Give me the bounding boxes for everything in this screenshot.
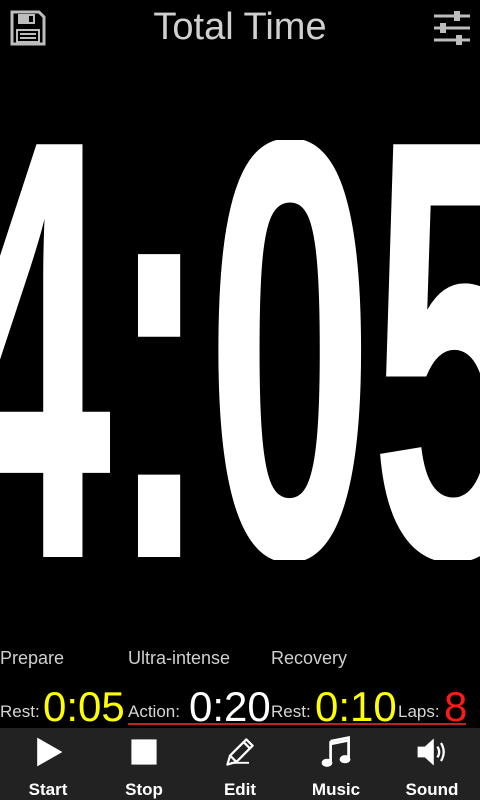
sliders-icon: [434, 11, 470, 45]
phase-labels: Prepare Ultra-intense Recovery: [0, 648, 480, 674]
action-label: Action:: [128, 702, 180, 721]
start-label: Start: [28, 780, 68, 799]
start-button[interactable]: Start: [0, 728, 96, 800]
timer-display[interactable]: 4:05: [0, 140, 480, 560]
stop-label: Stop: [125, 780, 163, 799]
settings-button[interactable]: [432, 8, 472, 48]
edit-label: Edit: [223, 780, 257, 799]
sound-label: Sound: [405, 780, 459, 799]
stop-button[interactable]: Stop: [96, 728, 192, 800]
page-title: Total Time: [153, 6, 327, 48]
music-button[interactable]: Music: [288, 728, 384, 800]
phase-label-ultra-intense: Ultra-intense: [128, 648, 231, 668]
phase-values: Rest: 0:05 Action: 0:20 Rest: 0:10 Laps:…: [0, 680, 480, 730]
music-label: Music: [311, 780, 361, 799]
phase-underline: [128, 723, 466, 725]
play-icon: [37, 737, 63, 767]
music-note-icon: [321, 735, 351, 767]
laps-value: 8: [444, 683, 468, 730]
edit-button[interactable]: Edit: [192, 728, 288, 800]
pencil-icon: [226, 738, 254, 766]
bottom-toolbar: Start Stop Edit Music Sound: [0, 728, 480, 800]
rest-label: Rest:: [0, 702, 40, 721]
timer-value: 4:05: [0, 140, 480, 560]
sound-button[interactable]: Sound: [384, 728, 480, 800]
phase-label-prepare: Prepare: [0, 648, 65, 668]
prepare-rest-value: 0:05: [43, 683, 125, 730]
stop-icon: [131, 739, 157, 765]
header-bar: Total Time: [0, 0, 480, 58]
speaker-icon: [417, 738, 445, 766]
recovery-rest-value: 0:10: [315, 683, 397, 730]
phase-label-recovery: Recovery: [271, 648, 348, 668]
action-value: 0:20: [189, 683, 271, 730]
laps-label: Laps:: [398, 702, 440, 721]
recovery-rest-label: Rest:: [271, 702, 311, 721]
